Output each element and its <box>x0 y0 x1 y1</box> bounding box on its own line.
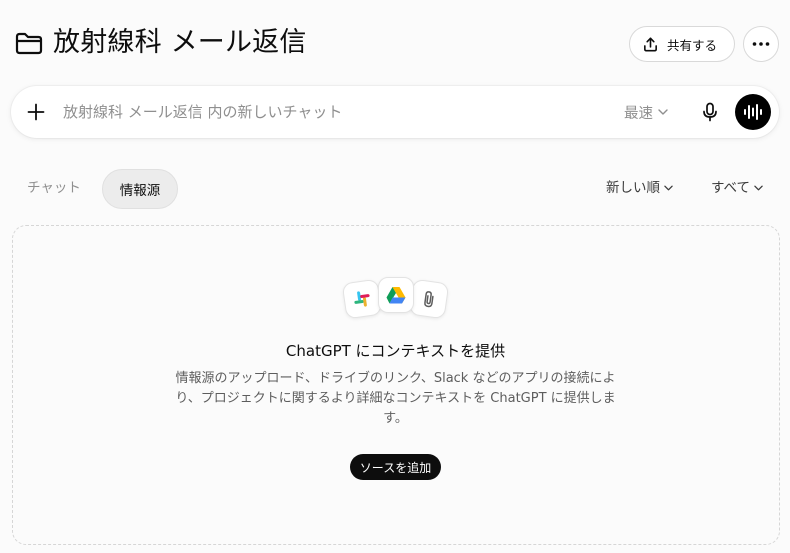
new-chat-input[interactable] <box>63 98 603 126</box>
model-select[interactable]: 最速 <box>624 100 668 124</box>
chevron-down-icon <box>754 185 763 191</box>
sort-select-label: 新しい順 <box>606 180 660 196</box>
slack-icon <box>341 278 383 320</box>
model-select-label: 最速 <box>624 105 653 122</box>
add-source-button[interactable]: ソースを追加 <box>350 454 441 480</box>
ellipsis-icon <box>752 42 770 46</box>
share-button-label: 共有する <box>667 37 718 53</box>
tab-chats[interactable]: チャット <box>27 178 81 198</box>
filter-select[interactable]: すべて <box>711 178 763 198</box>
plus-icon[interactable] <box>26 102 46 122</box>
project-header: 放射線科 メール返信 共有する <box>0 0 790 86</box>
paperclip-icon <box>408 278 450 320</box>
tab-sources-label: 情報源 <box>119 183 161 199</box>
dictate-button[interactable] <box>698 100 722 124</box>
sources-dropzone[interactable]: ChatGPT にコンテキストを提供 情報源のアップロード、ドライブのリンク、S… <box>12 225 780 545</box>
filter-select-label: すべて <box>711 180 751 196</box>
chevron-down-icon <box>664 185 673 191</box>
upload-icon <box>644 37 657 51</box>
dropzone-description: 情報源のアップロード、ドライブのリンク、Slack などのアプリの接続により、プ… <box>175 371 616 426</box>
page-title: 放射線科 メール返信 <box>53 27 307 58</box>
dropzone-title: ChatGPT にコンテキストを提供 <box>285 342 506 360</box>
chevron-down-icon <box>658 109 668 115</box>
share-button[interactable]: 共有する <box>629 26 735 62</box>
folder-icon <box>15 32 43 55</box>
tab-sources[interactable]: 情報源 <box>102 169 178 209</box>
voice-waveform-icon <box>744 104 762 120</box>
microphone-icon <box>703 102 717 122</box>
google-drive-icon <box>378 277 414 313</box>
sort-select[interactable]: 新しい順 <box>606 178 673 198</box>
more-options-button[interactable] <box>743 26 779 62</box>
chat-composer: 最速 <box>11 86 779 138</box>
add-source-button-label: ソースを追加 <box>359 460 432 475</box>
voice-mode-button[interactable] <box>735 94 771 130</box>
